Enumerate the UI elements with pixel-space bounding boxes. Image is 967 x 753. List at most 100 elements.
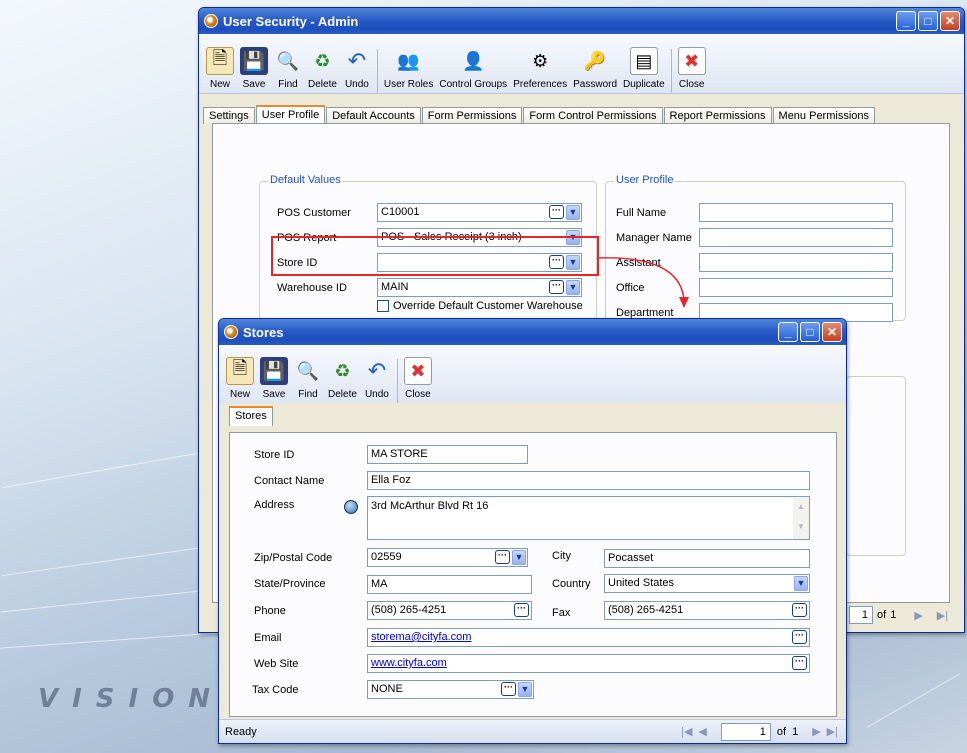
close-window-button[interactable]: ✕ xyxy=(822,322,842,342)
delete-button[interactable]: ♻ Delete xyxy=(325,355,360,403)
page-total: 1 xyxy=(792,725,799,738)
warehouse-id-field[interactable]: MAIN ··· ▼ xyxy=(377,278,582,297)
website-button[interactable]: ··· xyxy=(792,656,807,670)
stores-toolbar: 🗎 New 💾 Save 🔍 Find ♻ Delete ↶ Undo ✖ Close xyxy=(219,345,846,403)
last-record-icon[interactable]: ▶| xyxy=(827,725,838,738)
fax-field[interactable]: (508) 265-4251 ··· xyxy=(604,601,810,620)
maximize-button[interactable]: □ xyxy=(800,322,820,342)
manager-name-label: Manager Name xyxy=(616,232,692,244)
control-groups-button[interactable]: 👤 Control Groups xyxy=(436,45,510,93)
lookup-button[interactable]: ··· xyxy=(495,550,510,564)
override-label: Override Default Customer Warehouse xyxy=(393,300,583,312)
next-record-icon[interactable]: ▶ xyxy=(812,725,820,738)
maximize-button[interactable]: □ xyxy=(918,11,938,31)
find-button[interactable]: 🔍 Find xyxy=(291,355,325,403)
new-button[interactable]: 🗎 New xyxy=(223,355,257,403)
contact-name-field[interactable]: Ella Foz xyxy=(367,471,810,490)
undo-button[interactable]: ↶ Undo xyxy=(340,45,374,93)
app-icon xyxy=(224,325,238,339)
pos-customer-label: POS Customer xyxy=(277,207,351,219)
chevron-down-icon[interactable]: ▼ xyxy=(512,550,526,565)
fax-lookup-button[interactable]: ··· xyxy=(792,603,807,617)
main-page-total: 1 xyxy=(890,609,897,621)
binoculars-icon: 🔍 xyxy=(296,360,320,381)
minimize-button[interactable]: _ xyxy=(896,11,916,31)
delete-button[interactable]: ♻ Delete xyxy=(305,45,340,93)
country-field[interactable]: United States ▼ xyxy=(604,574,810,593)
new-button[interactable]: 🗎 New xyxy=(203,45,237,93)
find-button[interactable]: 🔍 Find xyxy=(271,45,305,93)
title-bar[interactable]: User Security - Admin _ □ ✕ xyxy=(199,8,964,34)
save-button[interactable]: 💾 Save xyxy=(237,45,271,93)
assistant-field[interactable] xyxy=(699,253,893,272)
close-window-button[interactable]: ✕ xyxy=(940,11,960,31)
close-button[interactable]: ✖ Close xyxy=(675,45,709,93)
map-icon[interactable] xyxy=(344,500,358,514)
email-button[interactable]: ··· xyxy=(792,630,807,644)
office-field[interactable] xyxy=(699,278,893,297)
chevron-down-icon[interactable]: ▼ xyxy=(794,576,808,591)
tab-form-control-permissions[interactable]: Form Control Permissions xyxy=(523,107,663,124)
website-label: Web Site xyxy=(254,658,299,670)
new-icon: 🗎 xyxy=(226,357,254,385)
tab-menu-permissions[interactable]: Menu Permissions xyxy=(772,107,876,124)
city-label: City xyxy=(552,550,571,562)
password-button[interactable]: 🔑 Password xyxy=(570,45,620,93)
phone-field[interactable]: (508) 265-4251 ··· xyxy=(367,601,532,620)
brand-watermark: VISION xyxy=(38,684,225,714)
tab-report-permissions[interactable]: Report Permissions xyxy=(663,107,772,124)
tab-form-permissions[interactable]: Form Permissions xyxy=(421,107,523,124)
override-checkbox[interactable] xyxy=(377,300,389,312)
state-field[interactable]: MA xyxy=(367,575,532,594)
close-button[interactable]: ✖ Close xyxy=(401,355,435,403)
page-field[interactable]: 1 xyxy=(720,722,771,741)
lookup-button[interactable]: ··· xyxy=(549,205,564,219)
full-name-label: Full Name xyxy=(616,207,667,219)
zip-label: Zip/Postal Code xyxy=(254,552,333,564)
stores-title-bar[interactable]: Stores _ □ ✕ xyxy=(219,319,846,345)
address-field[interactable]: 3rd McArthur Blvd Rt 16 ▲ ▼ xyxy=(367,496,810,540)
pos-customer-field[interactable]: C10001 ··· ▼ xyxy=(377,203,582,222)
full-name-field[interactable] xyxy=(699,203,893,222)
lookup-button[interactable]: ··· xyxy=(549,280,564,294)
chevron-down-icon[interactable]: ▼ xyxy=(566,205,580,220)
binoculars-icon: 🔍 xyxy=(276,50,300,71)
email-field[interactable]: storema@cityfa.com ··· xyxy=(367,628,810,647)
main-page-field[interactable]: 1 xyxy=(849,606,873,624)
lookup-button[interactable]: ··· xyxy=(501,682,516,696)
city-field[interactable]: Pocasset xyxy=(604,549,810,568)
save-button[interactable]: 💾 Save xyxy=(257,355,291,403)
country-label: Country xyxy=(552,578,591,590)
tab-stores[interactable]: Stores xyxy=(229,406,273,426)
tab-default-accounts[interactable]: Default Accounts xyxy=(326,107,421,124)
minimize-button[interactable]: _ xyxy=(778,322,798,342)
first-record-icon[interactable]: |◀ xyxy=(681,725,692,738)
main-pager: 1 of 1 ▶ ▶| xyxy=(849,606,948,624)
user-roles-button[interactable]: 👥 User Roles xyxy=(381,45,436,93)
app-icon xyxy=(204,14,218,28)
email-label: Email xyxy=(254,632,282,644)
preferences-icon: ⚙ xyxy=(532,50,549,71)
stores-window-title: Stores xyxy=(243,324,284,340)
address-scrollbar[interactable]: ▲ ▼ xyxy=(793,497,809,539)
duplicate-button[interactable]: ▤ Duplicate xyxy=(620,45,668,93)
chevron-down-icon[interactable]: ▼ xyxy=(566,280,580,295)
next-record-icon[interactable]: ▶ xyxy=(914,609,922,622)
status-text: Ready xyxy=(225,725,257,738)
prev-record-icon[interactable]: ◀ xyxy=(698,725,706,738)
status-bar: Ready |◀ ◀ 1 of 1 ▶ ▶| xyxy=(219,719,846,743)
zip-field[interactable]: 02559 ··· ▼ xyxy=(367,548,528,567)
undo-button[interactable]: ↶ Undo xyxy=(360,355,394,403)
tab-settings[interactable]: Settings xyxy=(203,107,255,124)
chevron-down-icon[interactable]: ▼ xyxy=(518,682,532,697)
manager-name-field[interactable] xyxy=(699,228,893,247)
store-id-field[interactable]: MA STORE xyxy=(367,445,528,464)
preferences-button[interactable]: ⚙ Preferences xyxy=(510,45,570,93)
phone-lookup-button[interactable]: ··· xyxy=(514,603,529,617)
address-label: Address xyxy=(254,499,295,511)
last-record-icon[interactable]: ▶| xyxy=(937,609,948,622)
stores-window: Stores _ □ ✕ 🗎 New 💾 Save 🔍 Find ♻ Delete ↶ U… xyxy=(218,318,847,744)
tab-user-profile[interactable]: User Profile xyxy=(255,105,326,125)
website-field[interactable]: www.cityfa.com ··· xyxy=(367,654,810,673)
tax-code-field[interactable]: NONE ··· ▼ xyxy=(367,680,534,699)
